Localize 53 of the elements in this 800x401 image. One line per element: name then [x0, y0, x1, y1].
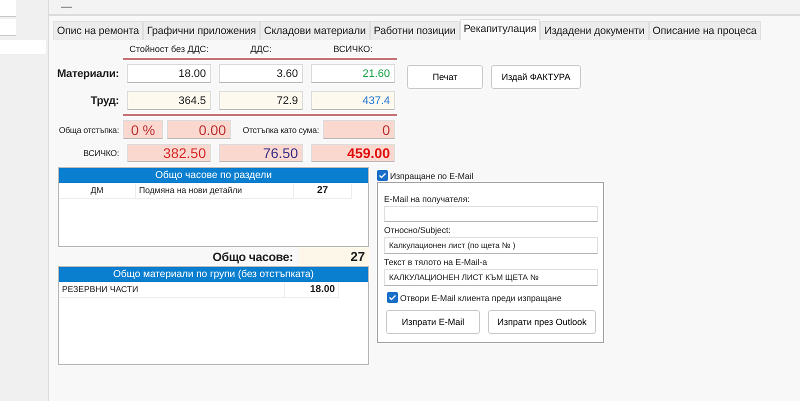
toolbar-glyph[interactable]: —	[61, 1, 72, 13]
tab[interactable]: Опис на ремонта	[53, 21, 144, 40]
discount-label: Обща отстъпка:	[58, 124, 119, 134]
discount-amount-field[interactable]: 0.00	[167, 120, 231, 139]
column-header: Стойност без ДДС:	[128, 44, 210, 54]
side-field[interactable]	[0, 19, 16, 36]
tab[interactable]: Описание на процеса	[648, 21, 761, 40]
checkbox-label: Изпращане по E-Mail	[390, 170, 474, 180]
checkbox[interactable]	[377, 170, 388, 181]
tab[interactable]: Графични приложения	[143, 21, 260, 40]
discount-sum-field[interactable]: 0	[323, 120, 395, 139]
column-header: ВСИЧКО:	[332, 44, 374, 54]
table-cell: ДМ	[59, 183, 136, 199]
table-cell: РЕЗЕРВНИ ЧАСТИ	[59, 282, 285, 298]
column-header: ДДС:	[249, 44, 273, 54]
total-label: ВСИЧКО:	[82, 148, 119, 158]
panel-title: Общо материали по групи (без отстъпката)	[59, 267, 368, 282]
field-label: E-Mail на получателя:	[384, 194, 471, 204]
field-label: Текст в тялото на E-Mail-а	[384, 257, 488, 267]
email-button[interactable]: Изпрати E-Mail	[386, 310, 480, 334]
value-field: 21.60	[311, 64, 395, 83]
table-cell: 18.00	[285, 282, 339, 298]
value-field: 72.9	[219, 91, 303, 110]
table-cell: Подмяна на нови детайли	[136, 183, 294, 199]
value-field: 3.60	[219, 64, 303, 83]
discount-percent-field[interactable]: 0 %	[123, 120, 163, 139]
checkbox-label: Отвори E-Mail клиента преди изпращане	[400, 292, 562, 302]
input-field[interactable]	[384, 206, 598, 222]
value-field: 364.5	[127, 91, 211, 110]
tab[interactable]: Рекапитулация	[460, 19, 540, 40]
table-cell: 27	[294, 183, 352, 199]
tab[interactable]: Издадени документи	[540, 21, 649, 40]
input-field[interactable]: Калкулационен лист (по щета № )	[384, 237, 598, 254]
total-field: 76.50	[219, 144, 303, 162]
checkbox[interactable]	[387, 292, 398, 303]
input-field[interactable]: КАЛКУЛАЦИОНЕН ЛИСТ КЪМ ЩЕТА №	[384, 269, 598, 286]
value-field: 18.00	[127, 64, 211, 83]
side-field[interactable]	[0, 0, 16, 17]
total-hours-label: Общо часове:	[211, 250, 293, 264]
discount-sum-label: Отстъпка като сума:	[242, 124, 319, 134]
row-label: Материали:	[56, 68, 119, 80]
row-label: Труд:	[90, 94, 119, 106]
total-field: 382.50	[127, 144, 211, 162]
email-button[interactable]: Изпрати през Outlook	[488, 310, 596, 334]
total-field: 459.00	[311, 144, 395, 162]
panel-title: Общо часове по раздели	[59, 168, 368, 183]
action-button[interactable]: Печат	[407, 65, 483, 89]
tab[interactable]: Складови материали	[260, 21, 370, 40]
action-button[interactable]: Издай ФАКТУРА	[491, 65, 581, 89]
tab[interactable]: Работни позиции	[370, 21, 460, 40]
value-field: 437.4	[311, 91, 395, 110]
total-hours-field: 27	[299, 247, 369, 266]
field-label: Относно/Subject:	[384, 225, 452, 235]
